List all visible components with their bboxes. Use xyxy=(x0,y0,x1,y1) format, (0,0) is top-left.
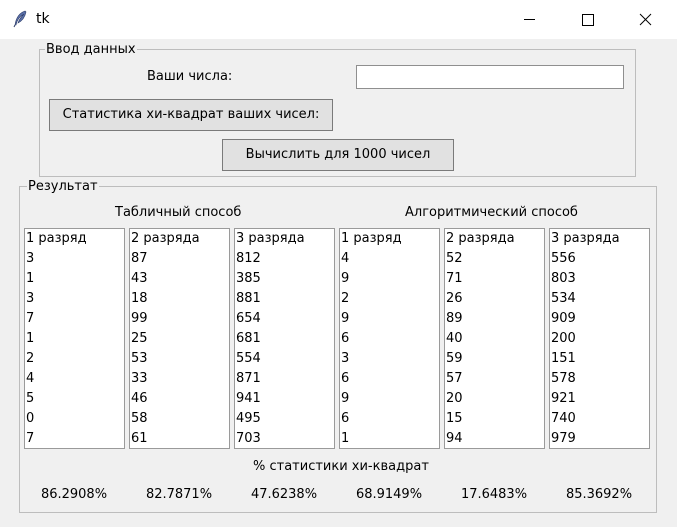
algo-digits3-listbox[interactable]: 3 разряда 556 803 534 909 200 151 578 92… xyxy=(549,228,650,449)
list-item[interactable]: 15 xyxy=(445,409,544,429)
list-item[interactable]: 3 разряда xyxy=(550,229,649,249)
list-item[interactable]: 151 xyxy=(550,349,649,369)
list-item[interactable]: 2 xyxy=(25,349,124,369)
list-item[interactable]: 5 xyxy=(25,389,124,409)
list-item[interactable]: 26 xyxy=(445,289,544,309)
list-item[interactable]: 53 xyxy=(130,349,229,369)
list-item[interactable]: 7 xyxy=(25,309,124,329)
list-item[interactable]: 871 xyxy=(235,369,334,389)
list-item[interactable]: 495 xyxy=(235,409,334,429)
feather-icon xyxy=(13,10,27,28)
list-item[interactable]: 43 xyxy=(130,269,229,289)
list-item[interactable]: 921 xyxy=(550,389,649,409)
list-item[interactable]: 1 разряд xyxy=(25,229,124,249)
app-window: tk Ввод данных Ваши числа: Статистика хи… xyxy=(0,0,677,527)
window-title: tk xyxy=(36,11,50,27)
list-item[interactable]: 1 xyxy=(25,269,124,289)
list-item[interactable]: 740 xyxy=(550,409,649,429)
list-item[interactable]: 46 xyxy=(130,389,229,409)
close-icon xyxy=(639,13,652,26)
client-area: Ввод данных Ваши числа: Статистика хи-кв… xyxy=(0,39,677,527)
list-item[interactable]: 6 xyxy=(340,369,439,389)
algo-digits1-listbox[interactable]: 1 разряд 4 9 2 9 6 3 6 9 6 1 xyxy=(339,228,440,449)
list-item[interactable]: 941 xyxy=(235,389,334,409)
list-item[interactable]: 61 xyxy=(130,429,229,448)
algo-digits1-percent: 68.9149% xyxy=(355,487,423,502)
list-item[interactable]: 556 xyxy=(550,249,649,269)
table-digits1-listbox[interactable]: 1 разряд 3 1 3 7 1 2 4 5 0 7 xyxy=(24,228,125,449)
list-item[interactable]: 812 xyxy=(235,249,334,269)
maximize-icon xyxy=(582,14,594,26)
list-item[interactable]: 9 xyxy=(340,389,439,409)
compute-button[interactable]: Вычислить для 1000 чисел xyxy=(222,139,454,171)
list-item[interactable]: 681 xyxy=(235,329,334,349)
list-item[interactable]: 94 xyxy=(445,429,544,448)
list-item[interactable]: 57 xyxy=(445,369,544,389)
list-item[interactable]: 18 xyxy=(130,289,229,309)
list-item[interactable]: 2 разряда xyxy=(445,229,544,249)
table-digits1-percent: 86.2908% xyxy=(40,487,108,502)
list-item[interactable]: 52 xyxy=(445,249,544,269)
list-item[interactable]: 6 xyxy=(340,409,439,429)
list-item[interactable]: 578 xyxy=(550,369,649,389)
title-bar: tk xyxy=(0,0,677,39)
list-item[interactable]: 0 xyxy=(25,409,124,429)
list-item[interactable]: 7 xyxy=(25,429,124,448)
algo-digits3-percent: 85.3692% xyxy=(565,487,633,502)
list-item[interactable]: 9 xyxy=(340,269,439,289)
numbers-label: Ваши числа: xyxy=(147,69,233,84)
numbers-input[interactable] xyxy=(356,65,624,89)
table-digits2-listbox[interactable]: 2 разряда 87 43 18 99 25 53 33 46 58 61 xyxy=(129,228,230,449)
list-item[interactable]: 654 xyxy=(235,309,334,329)
list-item[interactable]: 3 xyxy=(340,349,439,369)
list-item[interactable]: 89 xyxy=(445,309,544,329)
list-item[interactable]: 40 xyxy=(445,329,544,349)
input-group-label: Ввод данных xyxy=(45,42,137,57)
list-item[interactable]: 58 xyxy=(130,409,229,429)
list-item[interactable]: 881 xyxy=(235,289,334,309)
list-item[interactable]: 2 разряда xyxy=(130,229,229,249)
list-item[interactable]: 1 xyxy=(25,329,124,349)
list-item[interactable]: 803 xyxy=(550,269,649,289)
table-digits3-listbox[interactable]: 3 разряда 812 385 881 654 681 554 871 94… xyxy=(234,228,335,449)
list-item[interactable]: 4 xyxy=(340,249,439,269)
close-button[interactable] xyxy=(617,0,675,39)
list-item[interactable]: 59 xyxy=(445,349,544,369)
algo-digits2-listbox[interactable]: 2 разряда 52 71 26 89 40 59 57 20 15 94 xyxy=(444,228,545,449)
stats-caption: % статистики хи-квадрат xyxy=(253,459,429,474)
table-digits3-percent: 47.6238% xyxy=(250,487,318,502)
list-item[interactable]: 87 xyxy=(130,249,229,269)
list-item[interactable]: 703 xyxy=(235,429,334,448)
list-item[interactable]: 909 xyxy=(550,309,649,329)
table-method-label: Табличный способ xyxy=(115,205,242,220)
list-item[interactable]: 9 xyxy=(340,309,439,329)
list-item[interactable]: 6 xyxy=(340,329,439,349)
list-item[interactable]: 1 xyxy=(340,429,439,448)
list-item[interactable]: 3 xyxy=(25,249,124,269)
list-item[interactable]: 4 xyxy=(25,369,124,389)
list-item[interactable]: 71 xyxy=(445,269,544,289)
list-item[interactable]: 33 xyxy=(130,369,229,389)
maximize-button[interactable] xyxy=(559,0,617,39)
result-group-label: Результат xyxy=(27,179,99,194)
list-item[interactable]: 20 xyxy=(445,389,544,409)
list-item[interactable]: 200 xyxy=(550,329,649,349)
list-item[interactable]: 2 xyxy=(340,289,439,309)
list-item[interactable]: 1 разряд xyxy=(340,229,439,249)
algo-digits2-percent: 17.6483% xyxy=(460,487,528,502)
list-item[interactable]: 3 xyxy=(25,289,124,309)
minimize-icon xyxy=(524,19,535,20)
list-item[interactable]: 979 xyxy=(550,429,649,448)
list-item[interactable]: 554 xyxy=(235,349,334,369)
list-item[interactable]: 99 xyxy=(130,309,229,329)
list-item[interactable]: 534 xyxy=(550,289,649,309)
table-digits2-percent: 82.7871% xyxy=(145,487,213,502)
algo-method-label: Алгоритмический способ xyxy=(405,205,578,220)
stats-button[interactable]: Статистика хи-квадрат ваших чисел: xyxy=(49,99,333,131)
list-item[interactable]: 385 xyxy=(235,269,334,289)
list-item[interactable]: 25 xyxy=(130,329,229,349)
list-item[interactable]: 3 разряда xyxy=(235,229,334,249)
minimize-button[interactable] xyxy=(501,0,559,39)
